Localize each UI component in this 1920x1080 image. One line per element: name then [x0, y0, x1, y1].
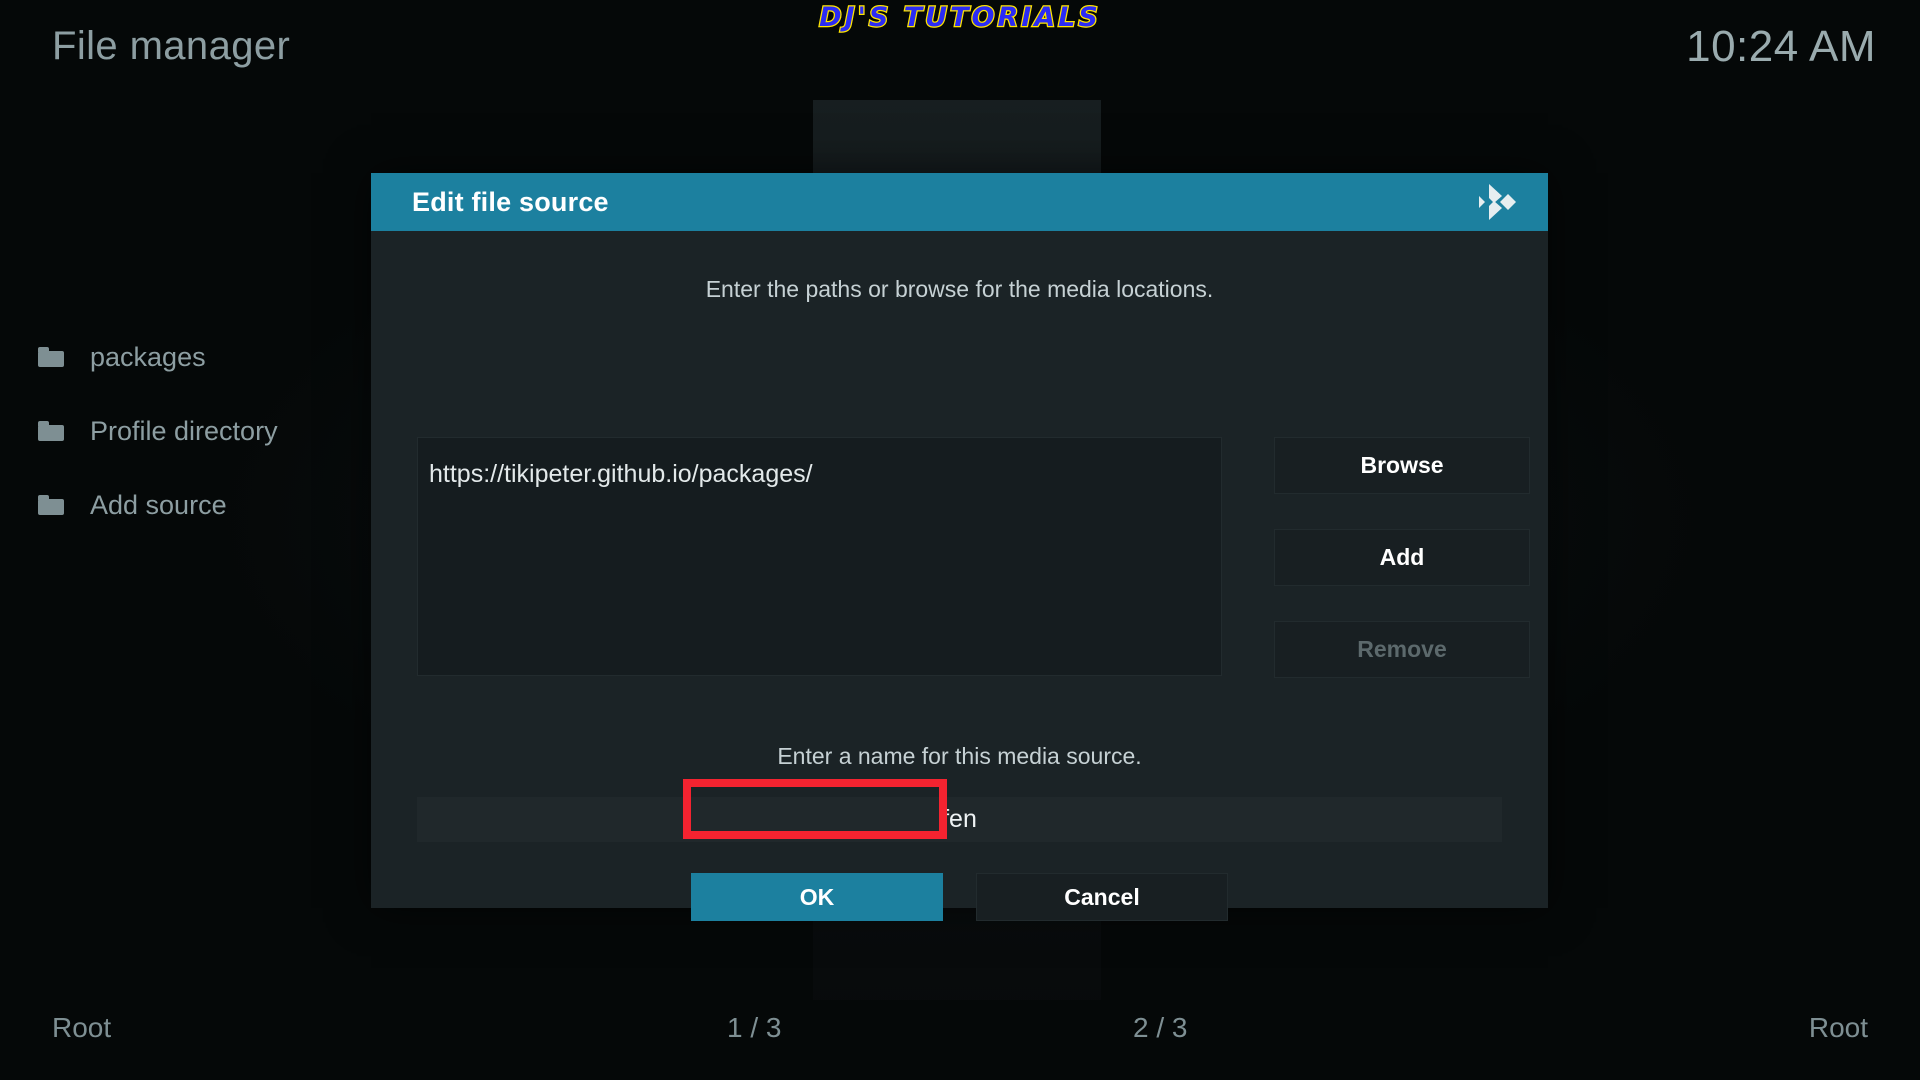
channel-watermark: DJ'S TUTORIALS — [818, 1, 1101, 35]
add-button[interactable]: Add — [1274, 529, 1530, 586]
path-action-buttons: Browse Add Remove — [1274, 437, 1530, 713]
cancel-button[interactable]: Cancel — [976, 873, 1228, 921]
dialog-title: Edit file source — [412, 186, 609, 217]
dialog-header: Edit file source — [371, 173, 1548, 231]
source-name-input[interactable]: fen — [417, 797, 1502, 842]
sidebar-item-label: Profile directory — [90, 415, 278, 446]
bottom-status-bar: Root 1 / 3 2 / 3 Root — [0, 996, 1920, 1080]
browse-button[interactable]: Browse — [1274, 437, 1530, 494]
edit-file-source-dialog: Edit file source Enter the paths or brow… — [371, 173, 1548, 921]
name-hint: Enter a name for this media source. — [777, 743, 1142, 769]
dialog-body: Enter the paths or browse for the media … — [371, 276, 1548, 953]
source-name-value: fen — [942, 805, 977, 833]
kodi-logo-icon — [1472, 182, 1516, 222]
page-title: File manager — [52, 24, 291, 68]
clock: 10:24 AM — [1686, 22, 1876, 71]
folder-icon — [38, 495, 64, 515]
sidebar-item-add-source[interactable]: Add source — [0, 468, 370, 542]
sidebar-item-packages[interactable]: packages — [0, 320, 370, 394]
kodi-file-manager-screen: File manager 10:24 AM DJ'S TUTORIALS pac… — [0, 0, 1920, 1080]
folder-icon — [38, 421, 64, 441]
dialog-action-row: OK Cancel — [371, 873, 1548, 921]
bottom-right-path: Root — [1808, 1012, 1868, 1043]
sidebar-item-profile-directory[interactable]: Profile directory — [0, 394, 370, 468]
folder-icon — [38, 347, 64, 367]
ok-button[interactable]: OK — [691, 873, 943, 921]
sidebar-item-label: Add source — [90, 489, 227, 520]
sidebar-item-label: packages — [90, 341, 206, 372]
file-list-left-pane: packages Profile directory Add source — [0, 320, 370, 542]
bottom-left-path: Root — [52, 1012, 112, 1043]
bottom-right-count: 2 / 3 — [1133, 1012, 1188, 1043]
path-list-box[interactable]: https://tikipeter.github.io/packages/ — [417, 437, 1222, 676]
dialog-hint: Enter the paths or browse for the media … — [705, 276, 1214, 302]
bottom-left-count: 1 / 3 — [727, 1012, 782, 1043]
remove-button: Remove — [1274, 621, 1530, 678]
path-list-item[interactable]: https://tikipeter.github.io/packages/ — [429, 460, 1221, 489]
